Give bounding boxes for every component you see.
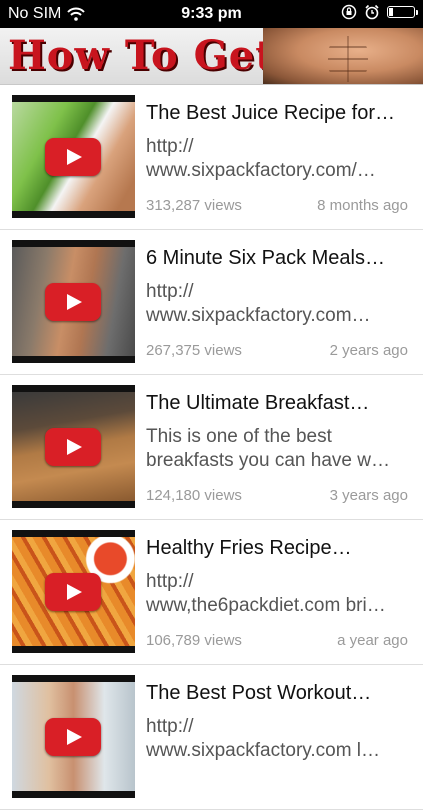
upload-age: a year ago: [337, 632, 408, 649]
banner-torso-image: [263, 28, 423, 84]
upload-age: 8 months ago: [317, 197, 408, 214]
video-title[interactable]: The Best Juice Recipe for…: [146, 102, 411, 125]
view-count: 267,375 views: [146, 342, 242, 359]
video-description-line: www.sixpackfactory.com/…: [146, 160, 376, 181]
torso-abs-shape: [328, 36, 368, 82]
video-thumbnail[interactable]: [12, 675, 135, 798]
status-right: [341, 4, 418, 20]
video-row[interactable]: Healthy Fries Recipe… http:// www,the6pa…: [0, 520, 423, 665]
battery-icon: [387, 6, 418, 18]
video-thumbnail[interactable]: [12, 385, 135, 508]
rotation-lock-icon: [341, 4, 357, 20]
video-description-line: breakfasts you can have w…: [146, 450, 390, 471]
app-banner: How To Get Abs: [0, 28, 423, 85]
video-description-line: http://: [146, 281, 194, 302]
view-count: 313,287 views: [146, 197, 242, 214]
video-row[interactable]: The Best Post Workout… http:// www.sixpa…: [0, 665, 423, 810]
battery-level: [389, 8, 393, 16]
video-description-line: www,the6packdiet.com bri…: [146, 595, 386, 616]
video-thumbnail[interactable]: [12, 530, 135, 653]
play-button-icon[interactable]: [45, 428, 101, 466]
video-row[interactable]: 6 Minute Six Pack Meals… http:// www.six…: [0, 230, 423, 375]
video-description-line: http://: [146, 716, 194, 737]
alarm-icon: [365, 4, 379, 20]
view-count: 124,180 views: [146, 487, 242, 504]
video-thumbnail[interactable]: [12, 95, 135, 218]
video-row[interactable]: The Ultimate Breakfast… This is one of t…: [0, 375, 423, 520]
video-title[interactable]: Healthy Fries Recipe…: [146, 537, 411, 560]
video-description: http:// www,the6packdiet.com bri…: [146, 570, 411, 618]
video-description-line: http://: [146, 571, 194, 592]
play-button-icon[interactable]: [45, 283, 101, 321]
video-description: http:// www.sixpackfactory.com…: [146, 280, 411, 328]
play-button-icon[interactable]: [45, 718, 101, 756]
view-count: 106,789 views: [146, 632, 242, 649]
status-bar: No SIM 9:33 pm: [0, 0, 423, 28]
video-description: http:// www.sixpackfactory.com/…: [146, 135, 411, 183]
upload-age: 2 years ago: [329, 342, 408, 359]
video-row[interactable]: The Best Juice Recipe for… http:// www.s…: [0, 85, 423, 230]
video-description: http:// www.sixpackfactory.com l…: [146, 715, 411, 763]
video-title[interactable]: The Best Post Workout…: [146, 682, 411, 705]
video-title[interactable]: The Ultimate Breakfast…: [146, 392, 411, 415]
play-button-icon[interactable]: [45, 573, 101, 611]
video-description-line: www.sixpackfactory.com…: [146, 305, 371, 326]
video-description-line: This is one of the best: [146, 426, 332, 447]
video-description: This is one of the best breakfasts you c…: [146, 425, 411, 473]
video-description-line: www.sixpackfactory.com l…: [146, 740, 381, 761]
upload-age: 3 years ago: [329, 487, 408, 504]
video-list: The Best Juice Recipe for… http:// www.s…: [0, 85, 423, 810]
video-description-line: http://: [146, 136, 194, 157]
video-thumbnail[interactable]: [12, 240, 135, 363]
play-button-icon[interactable]: [45, 138, 101, 176]
video-title[interactable]: 6 Minute Six Pack Meals…: [146, 247, 411, 270]
